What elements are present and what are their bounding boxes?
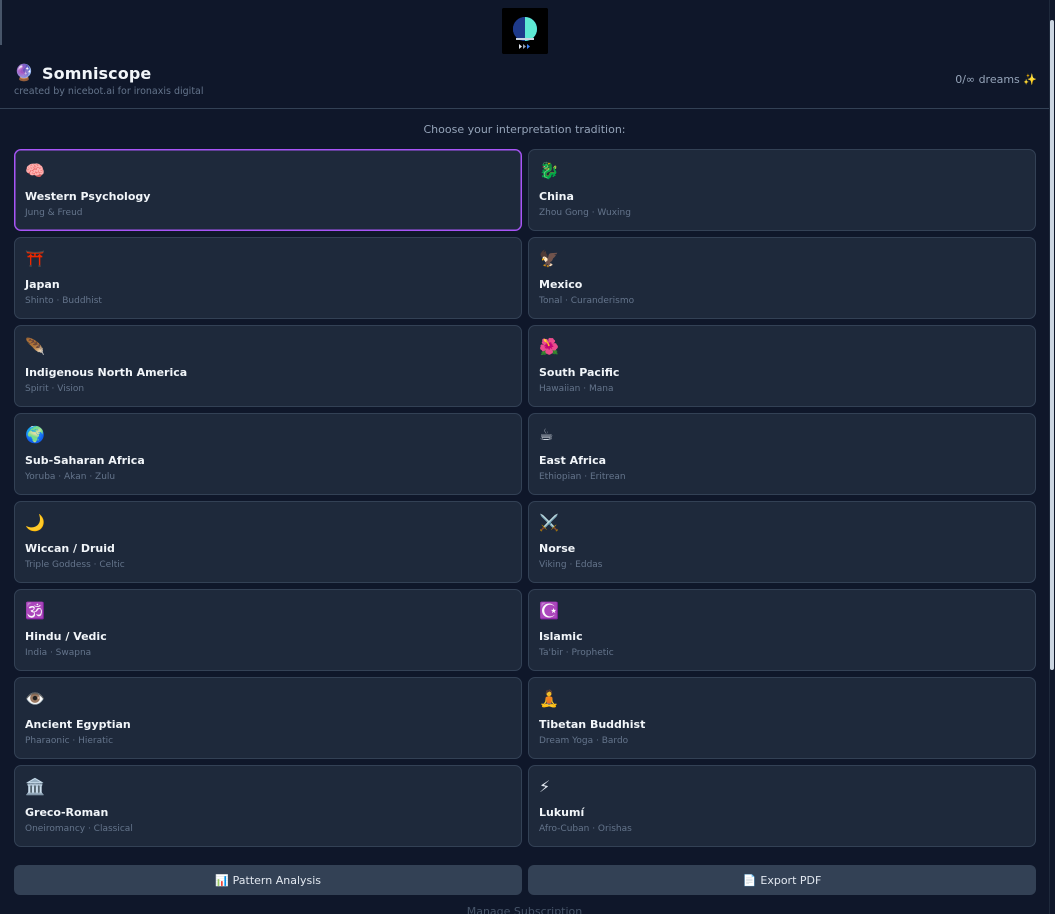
torii-gate-icon: ⛩️ [25,249,45,268]
tradition-subtitle: Afro-Cuban · Orishas [539,824,632,834]
tradition-title: Mexico [539,278,583,291]
tradition-card[interactable]: ☪️ Islamic Ta'bir · Prophetic [528,589,1036,671]
tradition-subtitle: Yoruba · Akan · Zulu [25,472,116,482]
action-bar: 📊 Pattern Analysis 📄 Export PDF [14,865,1036,895]
tradition-card[interactable]: 🌺 South Pacific Hawaiian · Mana [528,325,1036,407]
eye-icon: 👁️ [25,689,45,708]
brain-icon: 🧠 [25,161,45,180]
tradition-title: Norse [539,542,576,555]
tradition-title: Greco-Roman [25,806,109,819]
tradition-card[interactable]: 🧘 Tibetan Buddhist Dream Yoga · Bardo [528,677,1036,759]
tradition-card[interactable]: ⛩️ Japan Shinto · Buddhist [14,237,522,319]
tradition-title: China [539,190,574,203]
app-title: Somniscope [42,63,152,83]
tradition-prompt: Choose your interpretation tradition: [423,123,626,136]
tradition-title: Lukumí [539,806,585,819]
crossed-swords-icon: ⚔️ [539,513,559,532]
tradition-title: Tibetan Buddhist [539,718,646,731]
tradition-title: Wiccan / Druid [25,542,115,555]
export-pdf-label: Export PDF [760,873,822,887]
feather-icon: 🪶 [25,337,45,356]
app-header: 🔮 Somniscope created by nicebot.ai for i… [0,58,1049,109]
lightning-icon: ⚡ [539,777,551,796]
coffee-icon: ☕ [539,425,554,444]
app-logo [502,8,548,54]
classical-building-icon: 🏛️ [25,777,45,796]
scrollbar[interactable] [1049,0,1055,914]
meditation-icon: 🧘 [539,689,559,708]
dream-counter: 0/∞ dreams ✨ [955,73,1037,86]
tradition-title: Hindu / Vedic [25,630,107,643]
tradition-card[interactable]: ⚡ Lukumí Afro-Cuban · Orishas [528,765,1036,847]
om-icon: 🕉️ [25,601,45,620]
credit-text: created by nicebot.ai for ironaxis digit… [14,86,204,97]
dream-count-text: 0/∞ dreams [955,73,1020,86]
tradition-subtitle: Pharaonic · Hieratic [25,736,114,746]
bar-chart-icon: 📊 [214,873,229,887]
tradition-card[interactable]: 🧠 Western Psychology Jung & Freud [14,149,522,231]
dragon-icon: 🐉 [539,161,559,180]
app-page: 🔮 Somniscope created by nicebot.ai for i… [0,0,1055,914]
tradition-card[interactable]: 👁️ Ancient Egyptian Pharaonic · Hieratic [14,677,522,759]
tradition-title: Indigenous North America [25,366,188,379]
tradition-card[interactable]: 🪶 Indigenous North America Spirit · Vision [14,325,522,407]
tradition-grid: 🧠 Western Psychology Jung & Freud 🐉 China Zho… [14,149,1036,847]
tradition-card[interactable]: 🐉 China Zhou Gong · Wuxing [528,149,1036,231]
tradition-subtitle: Oneiromancy · Classical [25,824,133,834]
export-pdf-button[interactable]: 📄 Export PDF [528,865,1036,895]
tradition-card[interactable]: 🦅 Mexico Tonal · Curanderismo [528,237,1036,319]
eagle-icon: 🦅 [539,249,559,268]
tradition-card[interactable]: ⚔️ Norse Viking · Eddas [528,501,1036,583]
tradition-title: Islamic [539,630,583,643]
globe-africa-icon: 🌍 [25,425,45,444]
tradition-subtitle: Jung & Freud [25,208,83,218]
star-crescent-icon: ☪️ [539,601,559,620]
tradition-card[interactable]: 🏛️ Greco-Roman Oneiromancy · Classical [14,765,522,847]
tradition-title: Western Psychology [25,190,151,203]
tradition-subtitle: Zhou Gong · Wuxing [539,208,631,218]
tradition-title: Ancient Egyptian [25,718,131,731]
tradition-card[interactable]: 🕉️ Hindu / Vedic India · Swapna [14,589,522,671]
manage-subscription-link[interactable]: Manage Subscription [0,905,1049,914]
tradition-card[interactable]: 🌙 Wiccan / Druid Triple Goddess · Celtic [14,501,522,583]
tradition-title: East Africa [539,454,607,467]
crystal-ball-icon: 🔮 [14,63,34,82]
tradition-subtitle: Ethiopian · Eritrean [539,472,626,482]
tradition-subtitle: Dream Yoga · Bardo [539,736,629,746]
pattern-analysis-label: Pattern Analysis [232,873,322,887]
tradition-subtitle: Shinto · Buddhist [25,296,102,306]
tradition-subtitle: Hawaiian · Mana [539,384,614,394]
tradition-card[interactable]: ☕ East Africa Ethiopian · Eritrean [528,413,1036,495]
tradition-subtitle: Tonal · Curanderismo [539,296,635,306]
tradition-card[interactable]: 🌍 Sub-Saharan Africa Yoruba · Akan · Zulu [14,413,522,495]
window-edge [0,0,2,45]
tradition-subtitle: Viking · Eddas [539,560,603,570]
tradition-title: South Pacific [539,366,620,379]
tradition-title: Sub-Saharan Africa [25,454,145,467]
tradition-subtitle: India · Swapna [25,648,92,658]
tradition-subtitle: Triple Goddess · Celtic [25,560,125,570]
scrollbar-thumb[interactable] [1050,20,1054,670]
document-icon: 📄 [742,873,757,887]
pattern-analysis-button[interactable]: 📊 Pattern Analysis [14,865,522,895]
crescent-moon-icon: 🌙 [25,513,45,532]
tradition-subtitle: Ta'bir · Prophetic [539,648,614,658]
hibiscus-icon: 🌺 [539,337,559,356]
brand: 🔮 Somniscope [14,63,151,83]
sparkles-icon: ✨ [1023,73,1037,86]
tradition-title: Japan [25,278,60,291]
tradition-subtitle: Spirit · Vision [25,384,85,394]
